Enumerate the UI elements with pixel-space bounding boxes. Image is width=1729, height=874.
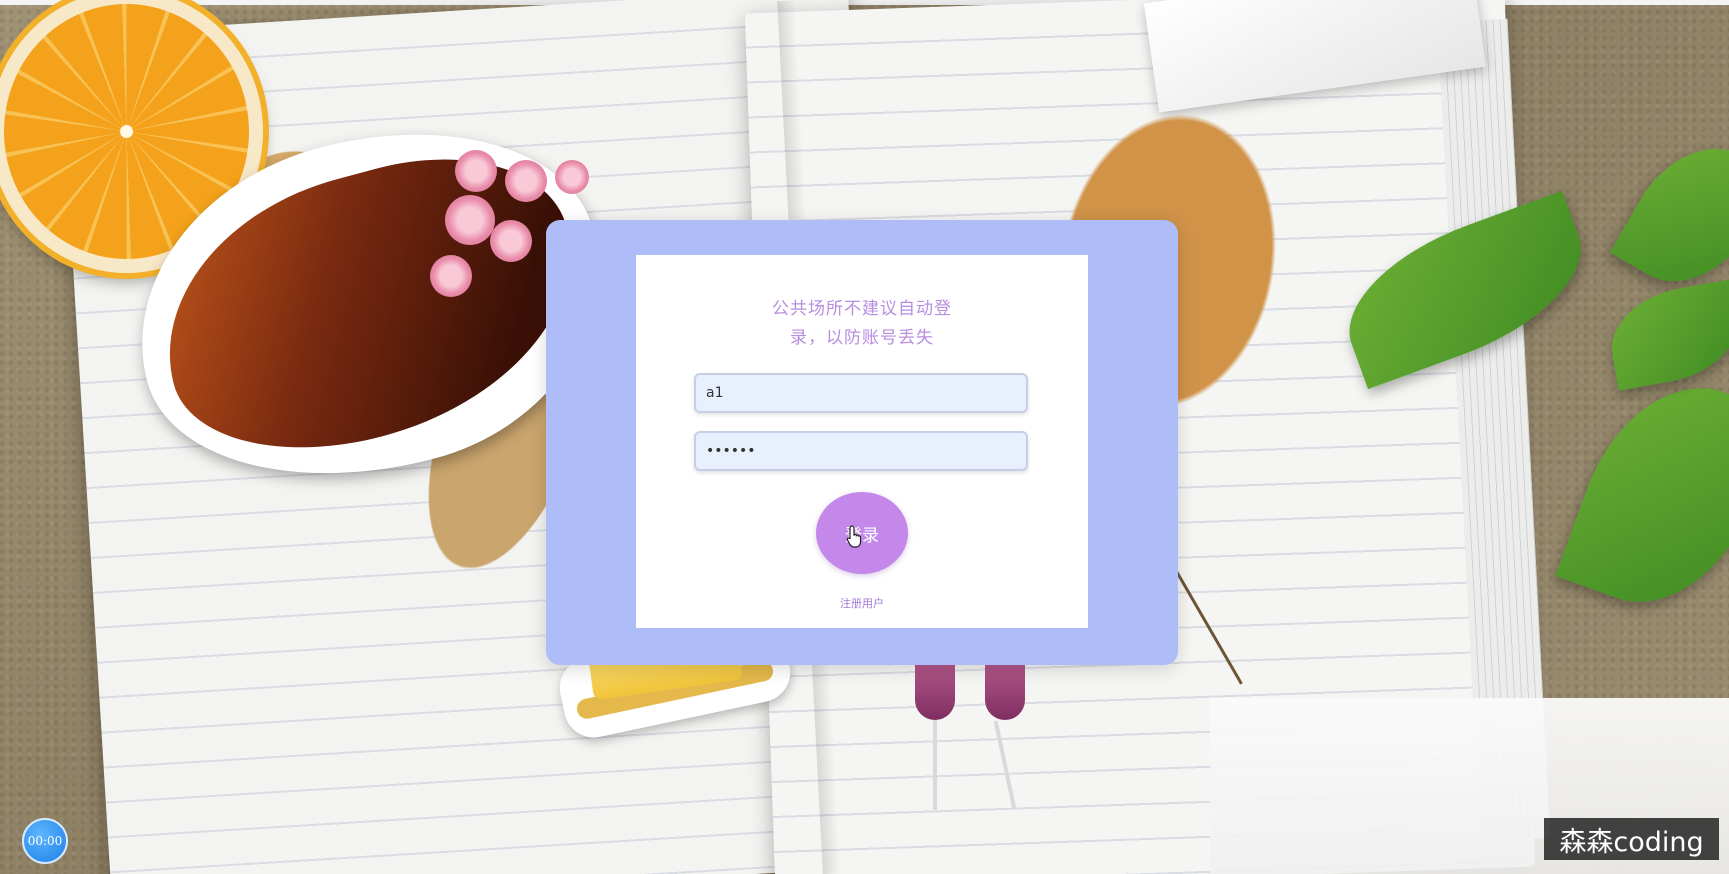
rose-flower — [555, 160, 589, 194]
username-input[interactable] — [694, 373, 1028, 413]
login-tip-line-2: 录，以防账号丢失 — [790, 328, 934, 348]
wine-glass — [915, 660, 955, 720]
login-tip-line-1: 公共场所不建议自动登 — [772, 299, 952, 319]
login-form: 公共场所不建议自动登 录，以防账号丢失 登录 注册用户 — [636, 255, 1088, 628]
password-input[interactable] — [694, 431, 1028, 471]
rose-flower — [445, 195, 495, 245]
rose-flower — [430, 255, 472, 297]
hand-pointer-icon — [846, 525, 862, 548]
wine-glass-stem — [933, 720, 937, 810]
rose-flower — [455, 150, 497, 192]
login-card: 公共场所不建议自动登 录，以防账号丢失 登录 注册用户 — [546, 220, 1178, 665]
rose-flower — [490, 220, 532, 262]
rose-flower — [505, 160, 547, 202]
login-page: 公共场所不建议自动登 录，以防账号丢失 登录 注册用户 00:00 森森codi… — [0, 0, 1729, 874]
recording-timer[interactable]: 00:00 — [22, 818, 68, 864]
register-link[interactable]: 注册用户 — [812, 595, 912, 611]
watermark: 森森coding — [1544, 818, 1719, 860]
wine-glass — [985, 660, 1025, 720]
login-tip: 公共场所不建议自动登 录，以防账号丢失 — [756, 295, 968, 353]
